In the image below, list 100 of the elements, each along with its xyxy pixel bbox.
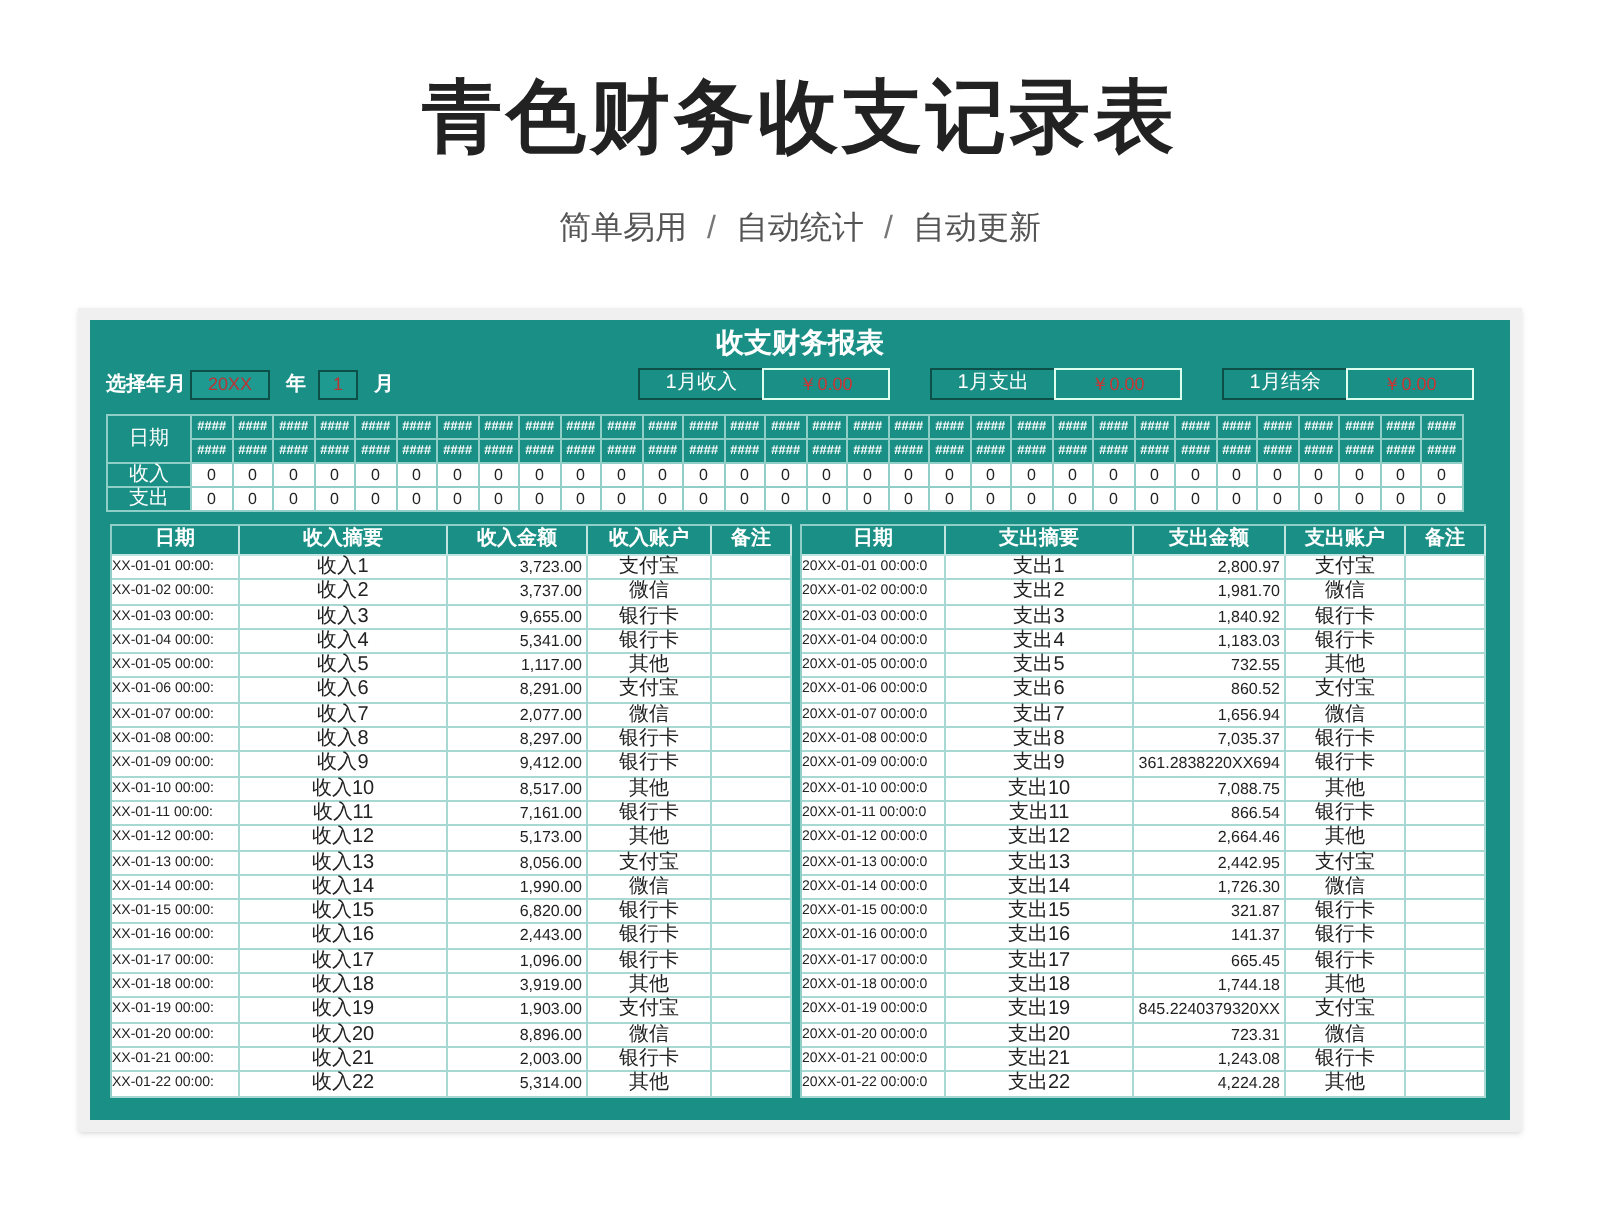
amount-cell: 0 — [207, 490, 216, 508]
table-cell: 8,056.00 — [448, 851, 588, 876]
table-cell: 1,840.92 — [1134, 605, 1286, 630]
year-month-label: 选择年月 — [106, 371, 186, 399]
amount-cell: 0 — [986, 490, 995, 508]
table-cell: 其他 — [588, 777, 712, 802]
table-cell — [1406, 703, 1486, 729]
table-cell — [712, 801, 792, 827]
amount-cell: 0 — [412, 490, 421, 508]
table-cell: 收入9 — [240, 752, 448, 778]
table-cell: 收入2 — [240, 580, 448, 606]
table-cell — [1406, 629, 1486, 655]
table-cell: 收入14 — [240, 875, 448, 901]
table-cell: 支出20 — [946, 1023, 1134, 1048]
amount-cell: 0 — [330, 466, 339, 484]
table-cell: 7,035.37 — [1134, 728, 1286, 753]
amount-cell: 0 — [1068, 490, 1077, 508]
table-cell: 2,664.46 — [1134, 826, 1286, 852]
amount-cell: 0 — [330, 490, 339, 508]
table-cell: 5,341.00 — [448, 629, 588, 655]
table-cell: 收入1 — [240, 556, 448, 581]
table-cell: 支出14 — [946, 875, 1134, 901]
table-cell: 其他 — [1286, 777, 1406, 802]
amount-cell: 0 — [576, 490, 585, 508]
table-cell: 银行卡 — [588, 1047, 712, 1073]
amount-cell: 0 — [1109, 466, 1118, 484]
year-field[interactable]: 20XX — [190, 369, 270, 399]
amount-cell: 0 — [1314, 490, 1323, 508]
table-cell: 其他 — [1286, 654, 1406, 679]
table-cell — [712, 949, 792, 975]
month-field[interactable]: 1 — [318, 369, 358, 399]
table-cell: 支出11 — [946, 801, 1134, 827]
amount-cell: 0 — [248, 466, 257, 484]
amount-cell: 0 — [699, 490, 708, 508]
table-cell: 收入17 — [240, 949, 448, 975]
table-cell: 1,744.18 — [1134, 974, 1286, 999]
summary-label: 1月结余 — [1222, 368, 1346, 400]
table-cell: 支出9 — [946, 752, 1134, 778]
table-cell: 银行卡 — [1286, 629, 1406, 655]
amount-cell: 0 — [412, 466, 421, 484]
feature-label: 简单易用 — [559, 210, 688, 250]
feature-label: 自动更新 — [912, 209, 1041, 250]
table-cell — [712, 703, 792, 729]
amount-cell: 0 — [1150, 466, 1159, 484]
amount-cell: 0 — [453, 490, 462, 508]
table-cell: 微信 — [588, 1023, 712, 1048]
summary-value: ￥0.00 — [1346, 368, 1474, 400]
table-cell: 7,161.00 — [448, 801, 588, 827]
table-cell: 141.37 — [1134, 924, 1286, 950]
table-cell: 321.87 — [1134, 900, 1286, 925]
table-cell: 其他 — [588, 1072, 712, 1098]
table-cell: 支付宝 — [588, 556, 712, 581]
table-cell: 银行卡 — [588, 752, 712, 778]
table-cell: 8,297.00 — [448, 728, 588, 753]
table-cell: 微信 — [588, 875, 712, 901]
table-cell: 支出6 — [946, 678, 1134, 704]
year-unit: 年 — [286, 371, 306, 399]
table-cell: 1,656.94 — [1134, 703, 1286, 729]
amount-cell: 0 — [1191, 466, 1200, 484]
separator: / — [707, 210, 716, 250]
table-cell: 3,919.00 — [448, 974, 588, 999]
table-cell: 支付宝 — [1286, 851, 1406, 876]
table-cell — [1406, 875, 1486, 901]
table-cell: 1,183.03 — [1134, 629, 1286, 655]
table-cell: 银行卡 — [1286, 900, 1406, 925]
table-cell: 微信 — [1286, 1023, 1406, 1048]
table-cell: 其他 — [588, 974, 712, 999]
table-cell: 支付宝 — [588, 998, 712, 1024]
table-cell: 支出13 — [946, 851, 1134, 876]
summary-value: ￥0.00 — [762, 368, 890, 400]
table-cell: 支出17 — [946, 949, 1134, 975]
amount-cell: 0 — [1396, 466, 1405, 484]
summary-value: ￥0.00 — [1054, 368, 1182, 400]
calendar-row-label: 日期 — [108, 416, 192, 464]
table-cell: 支出4 — [946, 629, 1134, 655]
table-cell — [712, 1023, 792, 1048]
table-cell: 860.52 — [1134, 678, 1286, 704]
table-cell — [1406, 924, 1486, 950]
amount-cell: 0 — [1109, 490, 1118, 508]
amount-cell: 0 — [1437, 490, 1446, 508]
table-cell — [712, 998, 792, 1024]
table-cell: 1,903.00 — [448, 998, 588, 1024]
amount-cell: 0 — [1027, 466, 1036, 484]
table-cell — [1406, 1023, 1486, 1048]
table-cell — [712, 605, 792, 630]
table-cell — [1406, 998, 1486, 1024]
table-cell: 微信 — [588, 580, 712, 606]
amount-cell: 0 — [986, 466, 995, 484]
table-cell: 银行卡 — [588, 605, 712, 630]
column-header: 支出金额 — [1134, 526, 1286, 556]
amount-cell: 0 — [781, 466, 790, 484]
amount-cell: 0 — [617, 490, 626, 508]
table-cell — [1406, 654, 1486, 679]
amount-cell: 0 — [904, 490, 913, 508]
table-cell: 银行卡 — [1286, 924, 1406, 950]
column-header: 收入摘要 — [240, 526, 448, 556]
table-cell — [1406, 777, 1486, 802]
table-cell: 支付宝 — [588, 678, 712, 704]
table-cell: 支出7 — [946, 703, 1134, 729]
table-cell: 8,517.00 — [448, 777, 588, 802]
